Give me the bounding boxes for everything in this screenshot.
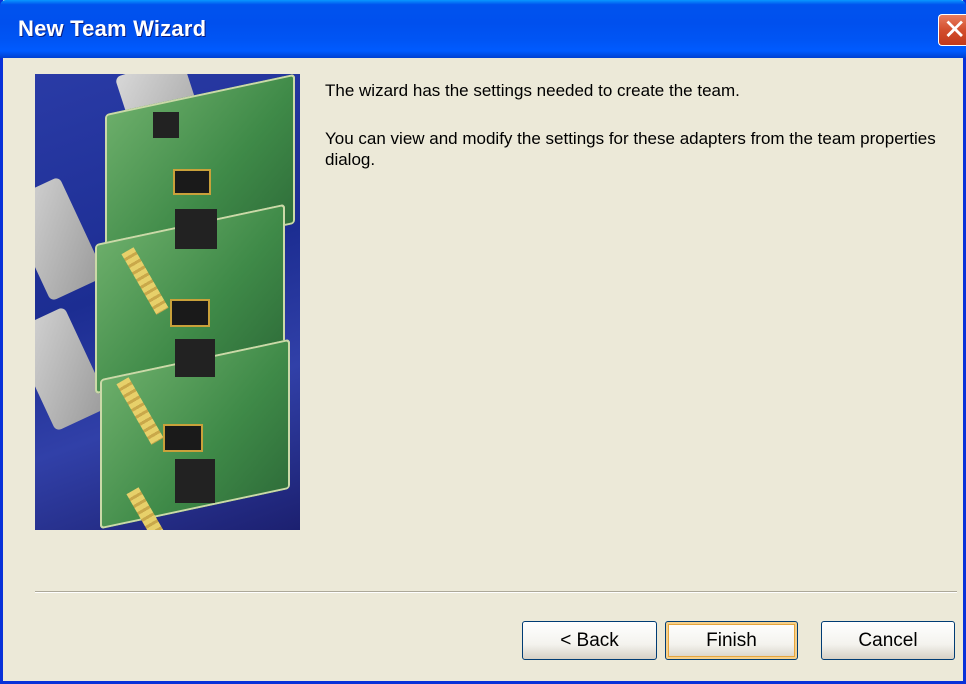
- close-icon: ✕: [943, 13, 966, 46]
- wizard-window: New Team Wizard ✕ The wizard has the set…: [0, 0, 966, 684]
- summary-message: The wizard has the settings needed to cr…: [325, 81, 740, 100]
- finish-button[interactable]: Finish: [665, 621, 798, 660]
- button-divider: [35, 591, 957, 593]
- title-bar[interactable]: New Team Wizard ✕: [0, 0, 966, 58]
- cancel-button[interactable]: Cancel: [821, 621, 955, 660]
- network-adapter-image: [35, 74, 300, 530]
- back-button[interactable]: < Back: [522, 621, 657, 660]
- window-title: New Team Wizard: [18, 16, 207, 41]
- close-button[interactable]: ✕: [938, 13, 966, 46]
- settings-note: You can view and modify the settings for…: [325, 129, 936, 169]
